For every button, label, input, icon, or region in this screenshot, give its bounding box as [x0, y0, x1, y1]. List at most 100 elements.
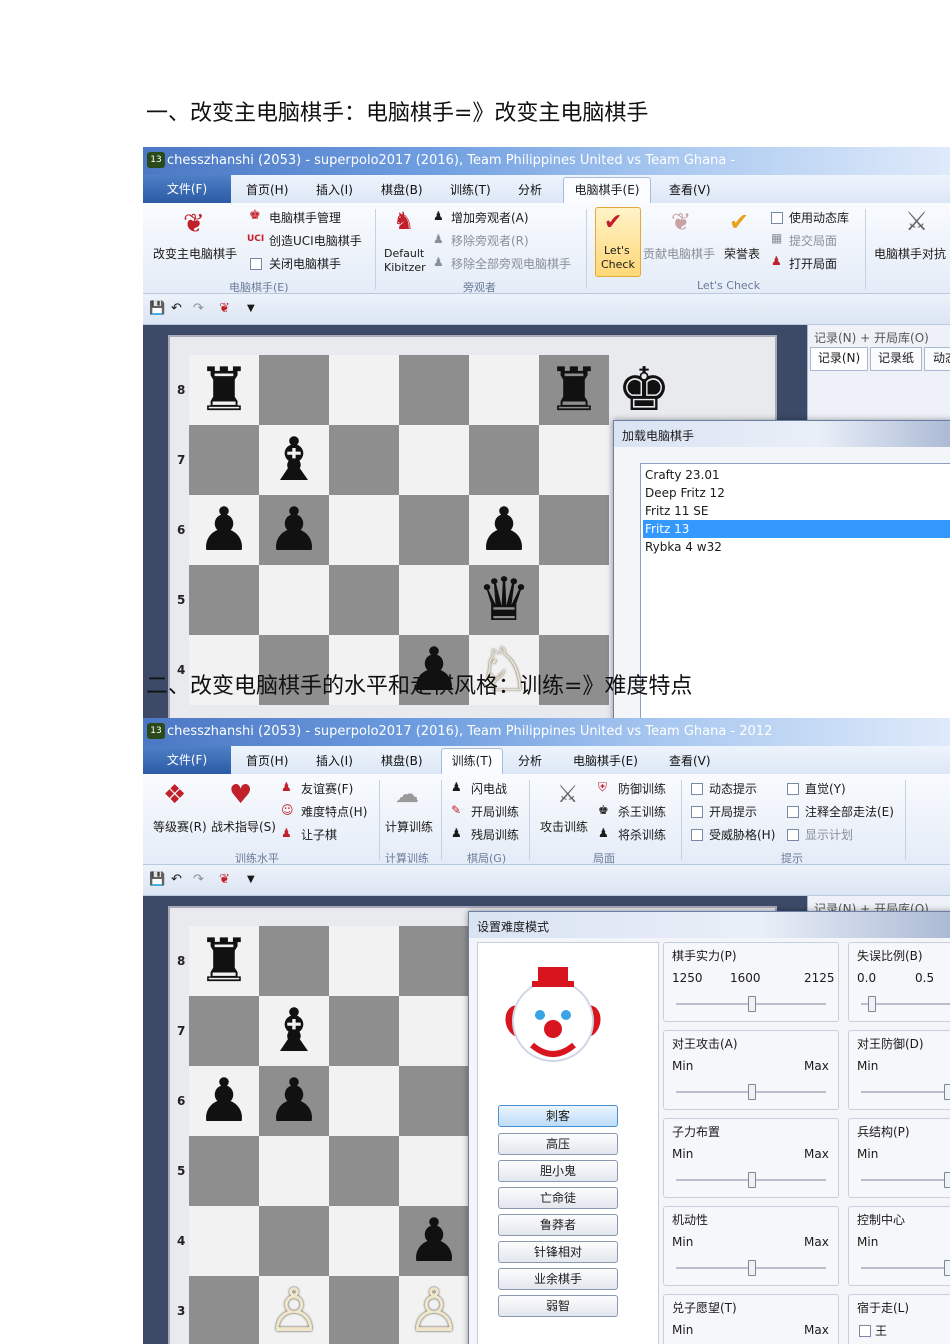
menu-training[interactable]: 训练(T) [450, 181, 491, 198]
strength-slider-thumb[interactable] [748, 996, 756, 1012]
close-engine-button[interactable]: 关闭电脑棋手 [269, 255, 341, 272]
dynamic-hint-checkbox[interactable] [691, 783, 703, 795]
remove-kibitzer-button[interactable]: 移除旁观者(R) [451, 232, 529, 249]
add-kibitzer-button[interactable]: 增加旁观者(A) [451, 209, 529, 226]
blitz-button[interactable]: 闪电战 [471, 780, 507, 797]
handicap-button[interactable]: 让子棋 [301, 826, 337, 843]
board-square[interactable] [259, 1136, 329, 1206]
chess-piece[interactable]: ♟ [189, 1066, 259, 1136]
board-square[interactable] [399, 355, 469, 425]
board-square[interactable] [399, 495, 469, 565]
menu-insert[interactable]: 插入(I) [316, 752, 353, 769]
difficulty-button[interactable]: 难度特点(H) [301, 803, 367, 820]
tactics-button[interactable]: 战术指导(S) [211, 818, 276, 835]
toolbar-dropdown-icon[interactable]: ▼ [247, 303, 255, 314]
menu-view[interactable]: 查看(V) [669, 181, 711, 198]
undo-icon[interactable]: ↶ [171, 301, 182, 316]
board-square[interactable] [399, 1066, 469, 1136]
toolbar-dropdown-icon[interactable]: ▼ [247, 874, 255, 885]
engine-quick-icon[interactable]: ❦ [219, 872, 230, 887]
default-kibitzer-line1[interactable]: Default [384, 247, 424, 260]
chess-piece[interactable]: ♝ [259, 425, 329, 495]
board-square[interactable] [189, 1206, 259, 1276]
save-icon[interactable]: 💾 [149, 872, 165, 887]
board-square[interactable] [329, 1066, 399, 1136]
board-square[interactable] [399, 425, 469, 495]
menu-analysis[interactable]: 分析 [518, 752, 542, 769]
style-button-desperado[interactable]: 亡命徒 [498, 1187, 618, 1209]
style-button-tit-for-tat[interactable]: 针锋相对 [498, 1241, 618, 1263]
honor-list-button[interactable]: 荣誉表 [724, 245, 760, 262]
chess-piece[interactable]: ♟ [259, 495, 329, 565]
show-plan-checkbox[interactable] [787, 829, 799, 841]
board-square[interactable] [329, 495, 399, 565]
prefer-king-checkbox[interactable] [859, 1325, 871, 1337]
intuition-checkbox[interactable] [787, 783, 799, 795]
engine-list-item[interactable]: Fritz 11 SE [643, 502, 950, 520]
chess-piece[interactable]: ♙ [399, 1276, 469, 1344]
mobility-slider-thumb[interactable] [748, 1260, 756, 1276]
board-square[interactable] [399, 926, 469, 996]
file-menu-button[interactable]: 文件(F) [143, 746, 231, 774]
board-square[interactable] [189, 1276, 259, 1344]
board-square[interactable] [329, 1276, 399, 1344]
use-dynamic-library[interactable]: 使用动态库 [789, 209, 849, 226]
king-attack-slider-thumb[interactable] [748, 1084, 756, 1100]
tab-score-sheet[interactable]: 记录纸 [870, 347, 922, 371]
board-square[interactable] [189, 996, 259, 1066]
use-dynamic-checkbox[interactable] [771, 212, 783, 224]
menu-board[interactable]: 棋盘(B) [381, 752, 423, 769]
board-square[interactable] [259, 355, 329, 425]
tab-dynamic[interactable]: 动态 [924, 347, 950, 371]
chess-piece[interactable]: ♜ [189, 926, 259, 996]
board-square[interactable] [189, 425, 259, 495]
attack-training-button[interactable]: 攻击训练 [540, 818, 588, 835]
close-engine-checkbox[interactable] [250, 258, 262, 270]
board-square[interactable] [329, 425, 399, 495]
menu-engine[interactable]: 电脑棋手(E) [573, 752, 638, 769]
style-button-pressure[interactable]: 高压 [498, 1133, 618, 1155]
board-square[interactable] [329, 565, 399, 635]
style-button-reckless[interactable]: 鲁莽者 [498, 1214, 618, 1236]
defense-training-button[interactable]: 防御训练 [618, 780, 666, 797]
board-square[interactable] [399, 1136, 469, 1206]
tab-notation[interactable]: 记录(N) [810, 347, 868, 371]
opening-hint-checkbox[interactable] [691, 806, 703, 818]
board-square[interactable] [259, 565, 329, 635]
calc-training-button[interactable]: 计算训练 [385, 818, 433, 835]
chess-piece[interactable]: ♜ [539, 355, 609, 425]
change-engine-button[interactable]: 改变主电脑棋手 [153, 245, 237, 262]
redo-icon[interactable]: ↷ [193, 872, 204, 887]
mate-training-button[interactable]: 将杀训练 [618, 826, 666, 843]
board-square[interactable] [259, 1206, 329, 1276]
menu-view[interactable]: 查看(V) [669, 752, 711, 769]
chess-piece[interactable]: ♙ [259, 1276, 329, 1344]
create-uci-button[interactable]: 创造UCI电脑棋手 [269, 232, 362, 249]
chess-piece[interactable]: ♝ [259, 996, 329, 1066]
board-square[interactable] [539, 565, 609, 635]
board-square[interactable] [259, 926, 329, 996]
tab-training-active[interactable]: 训练(T) [441, 748, 503, 775]
board-square[interactable] [189, 565, 259, 635]
engine-quick-icon[interactable]: ❦ [219, 301, 230, 316]
open-position-button[interactable]: 打开局面 [789, 255, 837, 272]
king-defense-slider-thumb[interactable] [944, 1084, 950, 1100]
opening-training-button[interactable]: 开局训练 [471, 803, 519, 820]
board-square[interactable] [329, 1206, 399, 1276]
king-kill-training-button[interactable]: 杀王训练 [618, 803, 666, 820]
annotate-all-checkbox[interactable] [787, 806, 799, 818]
save-icon[interactable]: 💾 [149, 301, 165, 316]
board-square[interactable] [539, 495, 609, 565]
engine-manage-button[interactable]: 电脑棋手管理 [269, 209, 341, 226]
rated-games-button[interactable]: 等级赛(R) [153, 818, 207, 835]
chess-piece[interactable]: ♜ [189, 355, 259, 425]
style-button-coward[interactable]: 胆小鬼 [498, 1160, 618, 1182]
threat-hint-checkbox[interactable] [691, 829, 703, 841]
chess-piece[interactable]: ♚ [609, 355, 679, 425]
file-menu-button[interactable]: 文件(F) [143, 175, 231, 203]
board-square[interactable] [329, 996, 399, 1066]
contribute-engine-button[interactable]: 贡献电脑棋手 [643, 245, 715, 262]
board-square[interactable] [469, 425, 539, 495]
menu-analysis[interactable]: 分析 [518, 181, 542, 198]
endgame-training-button[interactable]: 残局训练 [471, 826, 519, 843]
